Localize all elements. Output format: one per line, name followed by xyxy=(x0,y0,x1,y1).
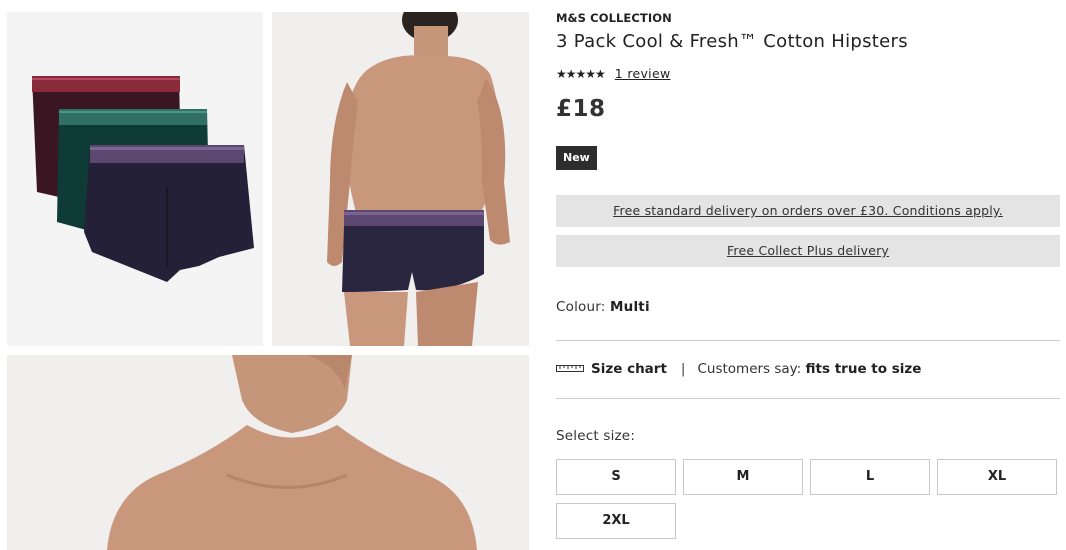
model-back-illustration xyxy=(272,12,529,346)
product-image-flatlay[interactable] xyxy=(7,12,263,346)
colour-value: Multi xyxy=(610,299,650,315)
model-front-illustration xyxy=(7,355,529,550)
size-info-row: Size chart | Customers say: fits true to… xyxy=(556,361,921,377)
brand-name: M&S COLLECTION xyxy=(556,11,672,25)
standard-delivery-banner: Free standard delivery on orders over £3… xyxy=(556,195,1060,227)
standard-delivery-link[interactable]: Free standard delivery on orders over £3… xyxy=(613,203,1003,218)
size-option-m[interactable]: M xyxy=(683,459,803,495)
size-chart-link[interactable]: Size chart xyxy=(591,361,667,377)
star-rating-icon: ★★★★★ xyxy=(556,66,606,81)
colour-label: Colour: xyxy=(556,299,606,315)
product-title: 3 Pack Cool & Fresh™ Cotton Hipsters xyxy=(556,31,908,52)
size-option-xl[interactable]: XL xyxy=(937,459,1057,495)
size-option-2xl[interactable]: 2XL xyxy=(556,503,676,539)
rating-row: ★★★★★ 1 review xyxy=(556,66,670,81)
fit-info: Customers say: fits true to size xyxy=(697,361,921,377)
colour-row: Colour: Multi xyxy=(556,299,650,315)
new-badge: New xyxy=(556,146,597,170)
product-image-front[interactable] xyxy=(7,355,529,550)
product-image-back[interactable] xyxy=(272,12,529,346)
review-link[interactable]: 1 review xyxy=(615,66,671,81)
divider xyxy=(556,340,1060,341)
select-size-label: Select size: xyxy=(556,428,636,444)
divider xyxy=(556,398,1060,399)
size-option-s[interactable]: S xyxy=(556,459,676,495)
fit-value: fits true to size xyxy=(805,361,922,377)
separator: | xyxy=(680,361,686,377)
customers-say-label: Customers say: xyxy=(697,361,802,377)
ruler-icon xyxy=(556,361,584,377)
collect-delivery-banner: Free Collect Plus delivery xyxy=(556,235,1060,267)
size-option-l[interactable]: L xyxy=(810,459,930,495)
product-price: £18 xyxy=(556,96,606,122)
collect-delivery-link[interactable]: Free Collect Plus delivery xyxy=(727,243,889,258)
hipsters-pack-illustration xyxy=(7,12,263,346)
